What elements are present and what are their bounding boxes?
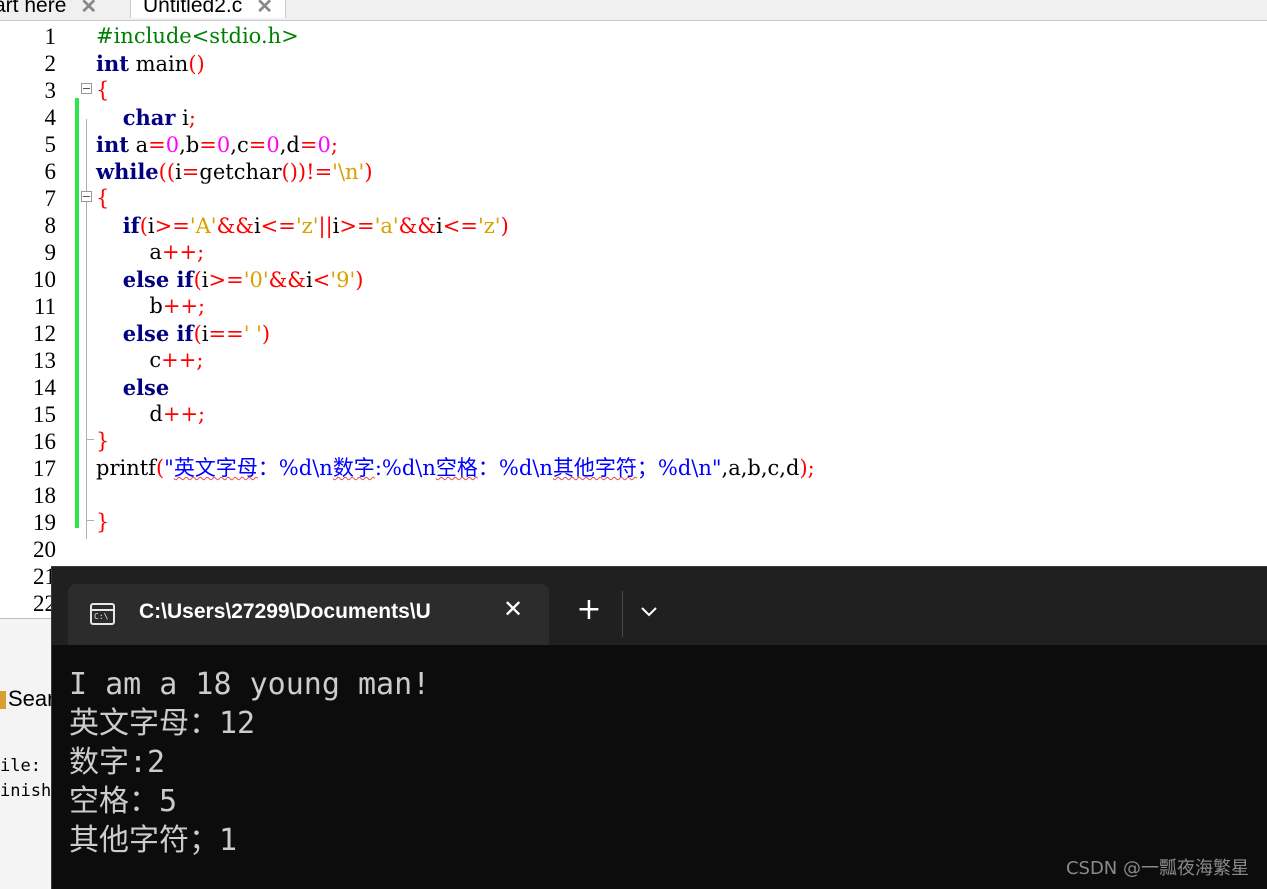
line-number: 1 <box>44 24 57 49</box>
code-line-19: } <box>96 510 110 534</box>
close-icon[interactable]: ✕ <box>256 0 273 19</box>
line-number: 8 <box>44 213 57 238</box>
line-number: 17 <box>33 456 56 481</box>
chevron-down-icon[interactable] <box>634 597 664 627</box>
terminal-tab[interactable]: C:\ C:\Users\27299\Documents\U ✕ <box>68 584 549 645</box>
search-icon <box>0 691 6 710</box>
line-number: 20 <box>33 537 56 562</box>
code-line-13: c++; <box>149 348 204 372</box>
line-number: 12 <box>33 321 56 346</box>
new-tab-button[interactable]: + <box>574 595 604 625</box>
editor-tab-label: Untitled2.c <box>143 0 243 17</box>
line-number: 15 <box>33 402 56 427</box>
code-line-3: { <box>96 78 110 102</box>
fold-guide <box>86 119 87 539</box>
code-line-12: else if(i==' ') <box>122 321 271 346</box>
line-number: 4 <box>44 105 57 130</box>
code-line-8: if(i>='A'&&i<='z'||i>='a'&&i<='z') <box>122 213 509 238</box>
line-number: 7 <box>44 186 57 211</box>
close-icon[interactable]: ✕ <box>80 0 97 19</box>
close-tab-button[interactable]: ✕ <box>498 594 528 624</box>
fold-toggle-icon[interactable] <box>81 191 92 202</box>
code-line-4: char i; <box>122 105 196 130</box>
line-number: 11 <box>33 294 56 319</box>
terminal-output-line: 数字:2 <box>69 745 166 780</box>
line-number: 9 <box>44 240 57 265</box>
line-number: 13 <box>33 348 56 373</box>
line-number: 16 <box>33 429 56 454</box>
terminal-output[interactable]: I am a 18 young man! 英文字母：12 数字:2 空格：5 其… <box>69 665 430 860</box>
terminal-window: C:\ C:\Users\27299\Documents\U ✕ + I am … <box>51 566 1267 889</box>
modified-lines-marker <box>75 98 79 528</box>
terminal-titlebar: C:\ C:\Users\27299\Documents\U ✕ + <box>52 567 1267 645</box>
line-number: 19 <box>33 510 56 535</box>
editor-tab-untitled2[interactable]: Untitled2.c ✕ <box>130 0 286 18</box>
terminal-tab-title: C:\Users\27299\Documents\U <box>139 600 431 623</box>
terminal-output-line: 英文字母：12 <box>69 706 256 741</box>
terminal-output-line: 空格：5 <box>69 784 178 819</box>
line-number: 21 <box>33 564 56 589</box>
fold-end-marker <box>86 439 94 440</box>
search-results-tab[interactable]: Sear <box>0 686 54 712</box>
line-number: 3 <box>44 78 57 103</box>
compile-log-line: inish <box>0 781 52 801</box>
code-line-10: else if(i>='0'&&i<'9') <box>122 267 364 292</box>
code-line-7: { <box>96 186 110 210</box>
code-line-16: } <box>96 429 110 453</box>
line-number-gutter: 1 2 3 4 5 6 7 8 9 10 11 12 13 14 15 16 1… <box>0 21 96 618</box>
editor-tab-bar: art here ✕ Untitled2.c ✕ <box>0 0 1267 21</box>
line-number: 22 <box>33 591 56 616</box>
line-number: 14 <box>33 375 56 400</box>
terminal-output-line: 其他字符；1 <box>69 823 238 858</box>
line-number: 5 <box>44 132 57 157</box>
code-line-17: printf("英文字母：%d\n数字:%d\n空格：%d\n其他字符；%d\n… <box>96 456 815 480</box>
watermark: CSDN @一瓢夜海繁星 <box>1065 858 1249 879</box>
line-number: 6 <box>44 159 57 184</box>
line-number: 2 <box>44 51 57 76</box>
code-editor[interactable]: #include<stdio.h> int main() { char i; i… <box>96 21 1267 618</box>
line-number: 10 <box>33 267 56 292</box>
editor-tab-start-here[interactable]: art here ✕ <box>0 0 97 18</box>
code-line-1: #include<stdio.h> <box>96 24 299 48</box>
tab-separator <box>622 591 623 637</box>
fold-toggle-icon[interactable] <box>81 83 92 94</box>
code-line-14: else <box>122 375 170 400</box>
fold-end-marker <box>86 520 94 521</box>
code-line-9: a++; <box>149 240 205 264</box>
compile-log-line: ile: <box>0 756 41 776</box>
code-line-6: while((i=getchar())!='\n') <box>96 159 373 184</box>
editor-tab-label: art here <box>0 0 67 17</box>
code-line-15: d++; <box>149 402 206 426</box>
line-number: 18 <box>33 483 56 508</box>
code-line-2: int main() <box>96 51 205 76</box>
code-line-11: b++; <box>149 294 206 318</box>
terminal-output-line: I am a 18 young man! <box>69 667 431 702</box>
code-line-5: int a=0,b=0,c=0,d=0; <box>96 132 338 157</box>
console-icon: C:\ <box>90 603 115 625</box>
